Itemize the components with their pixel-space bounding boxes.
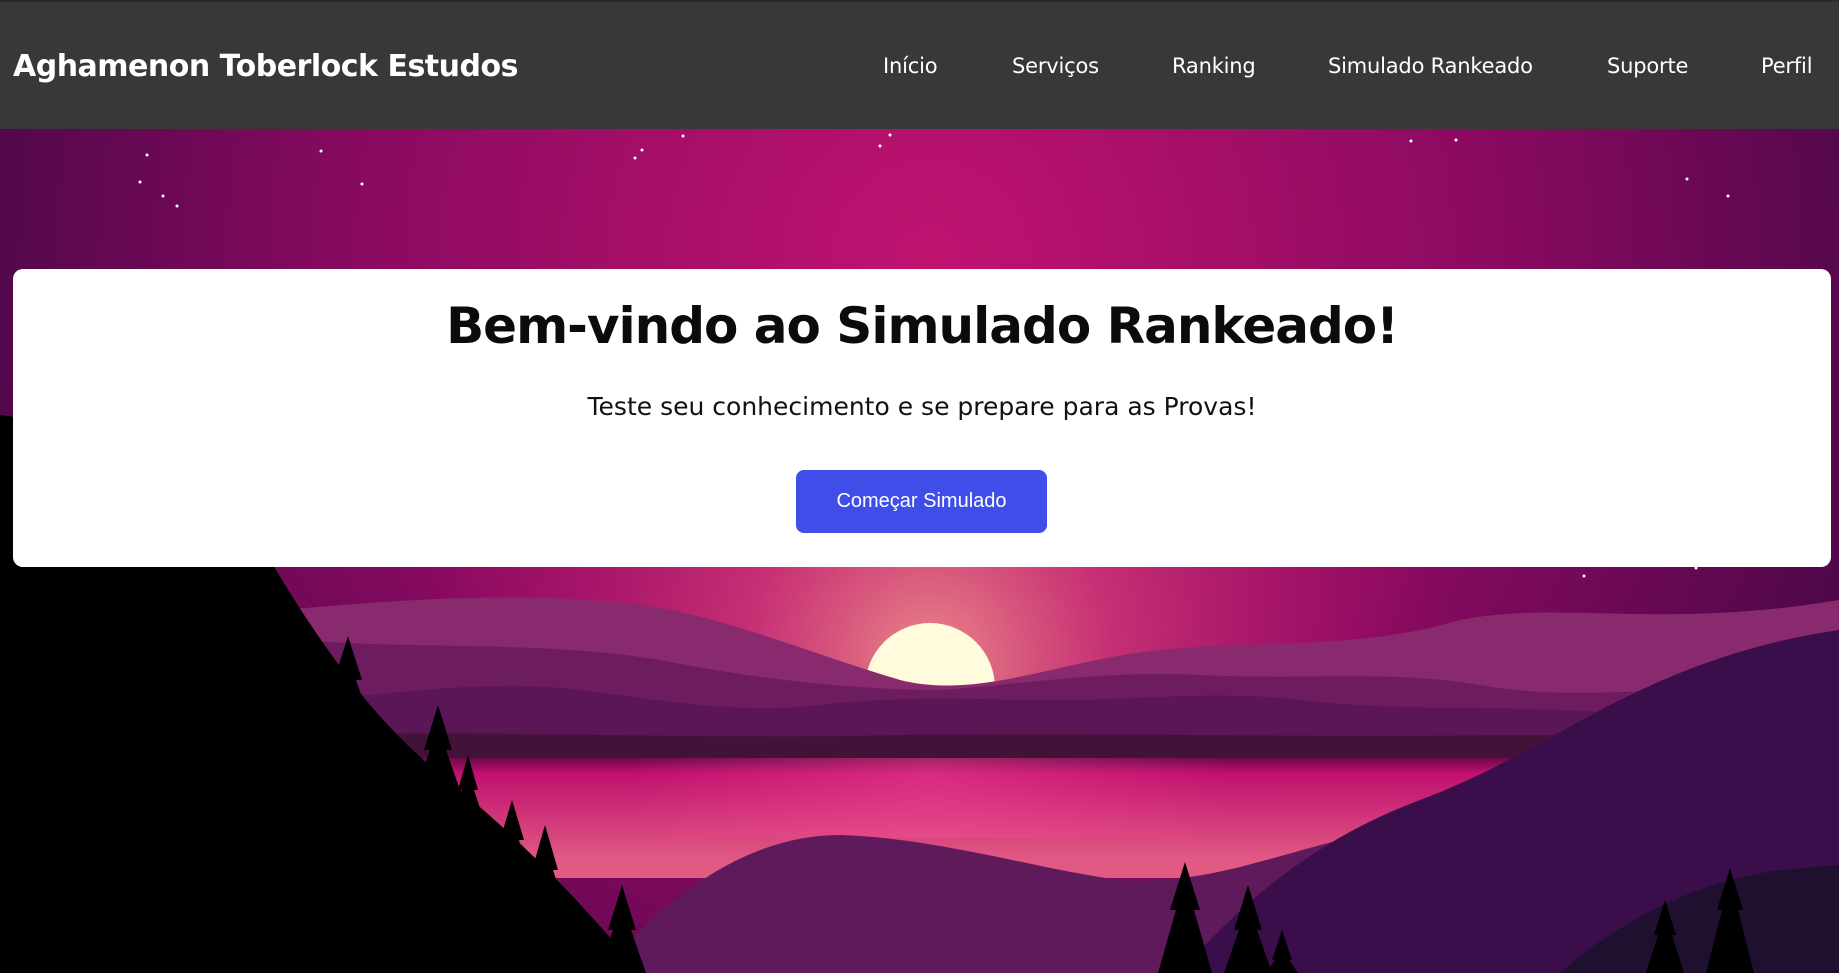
nav-link-servicos[interactable]: Serviços [1012, 54, 1099, 78]
nav-link-perfil[interactable]: Perfil [1761, 54, 1813, 78]
start-simulado-button[interactable]: Começar Simulado [796, 470, 1047, 533]
nav-link-simulado-rankeado[interactable]: Simulado Rankeado [1328, 54, 1533, 78]
top-navbar: Aghamenon Toberlock Estudos Início Servi… [0, 0, 1839, 129]
welcome-card: Bem-vindo ao Simulado Rankeado! Teste se… [13, 269, 1831, 567]
lake-reflection [500, 758, 1400, 838]
welcome-title: Bem-vindo ao Simulado Rankeado! [446, 297, 1399, 355]
site-brand[interactable]: Aghamenon Toberlock Estudos [13, 49, 518, 84]
nav-link-ranking[interactable]: Ranking [1172, 54, 1256, 78]
nav-link-inicio[interactable]: Início [883, 54, 938, 78]
nav-link-suporte[interactable]: Suporte [1607, 54, 1688, 78]
welcome-subtitle: Teste seu conhecimento e se prepare para… [587, 392, 1257, 421]
